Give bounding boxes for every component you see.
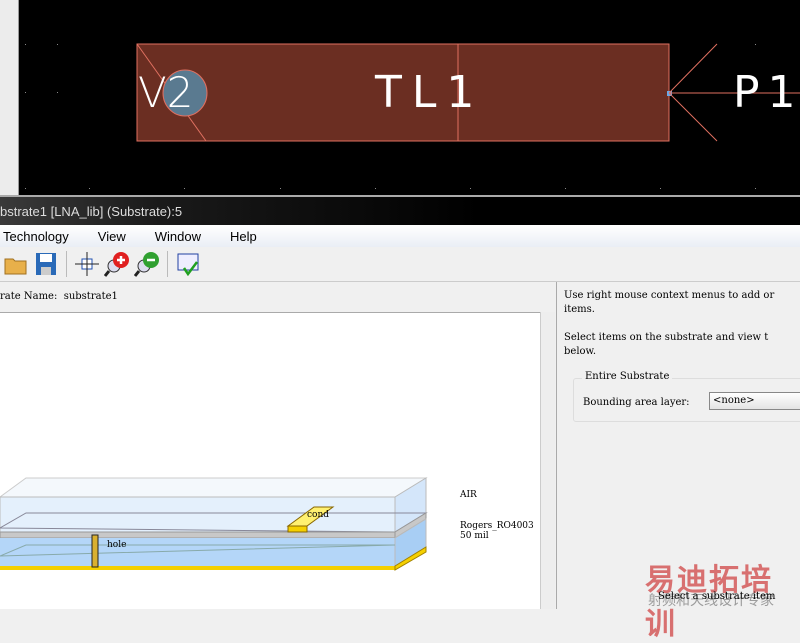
open-folder-icon[interactable] bbox=[3, 251, 29, 277]
help-text-1b: items. bbox=[564, 304, 595, 315]
layout-canvas[interactable]: V2 TL1 P1 bbox=[0, 0, 800, 195]
zoom-in-icon[interactable] bbox=[104, 251, 130, 277]
dielectric-label: Rogers_RO4003 bbox=[460, 521, 534, 531]
pan-icon[interactable] bbox=[74, 251, 100, 277]
menu-bar: Technology View Window Help bbox=[0, 225, 800, 247]
help-text-2: Select items on the substrate and view t bbox=[564, 332, 769, 343]
substrate-name-row: rate Name: substrate1 bbox=[0, 282, 555, 312]
menu-technology[interactable]: Technology bbox=[0, 229, 69, 244]
help-text-1: Use right mouse context menus to add or bbox=[564, 290, 775, 301]
thickness-label: 50 mil bbox=[460, 531, 489, 541]
cond-label: cond bbox=[307, 510, 330, 520]
substrate-3d-drawing bbox=[0, 477, 428, 571]
check-icon[interactable] bbox=[175, 251, 201, 277]
label-v2: V2 bbox=[138, 68, 193, 117]
bounding-area-select[interactable]: <none> bbox=[709, 392, 800, 410]
bounding-area-label: Bounding area layer: bbox=[583, 397, 690, 408]
help-text-2b: below. bbox=[564, 346, 597, 357]
toolbar bbox=[0, 247, 800, 282]
label-p1: P1 bbox=[733, 67, 800, 118]
left-scrollbar[interactable] bbox=[0, 0, 19, 195]
entire-substrate-group: Entire Substrate Bounding area layer: <n… bbox=[573, 371, 800, 422]
layout-drawing: V2 TL1 P1 bbox=[25, 43, 800, 189]
label-tl1: TL1 bbox=[374, 67, 484, 118]
window-title: bstrate1 [LNA_lib] (Substrate):5 bbox=[0, 195, 800, 225]
menu-window[interactable]: Window bbox=[152, 229, 201, 244]
hole-label: hole bbox=[107, 540, 127, 550]
select-hint: Select a substrate item bbox=[658, 591, 776, 602]
menu-view[interactable]: View bbox=[95, 229, 126, 244]
menu-help[interactable]: Help bbox=[227, 229, 257, 244]
group-title: Entire Substrate bbox=[582, 371, 673, 382]
substrate-view[interactable]: AIR cond hole Rogers_RO4003 50 mil bbox=[0, 312, 540, 609]
vertical-scrollbar[interactable] bbox=[540, 312, 555, 609]
substrate-name-value: substrate1 bbox=[63, 291, 118, 302]
air-label: AIR bbox=[460, 490, 477, 500]
substrate-name-label: rate Name: bbox=[0, 291, 58, 302]
save-icon[interactable] bbox=[33, 251, 59, 277]
zoom-out-icon[interactable] bbox=[134, 251, 160, 277]
